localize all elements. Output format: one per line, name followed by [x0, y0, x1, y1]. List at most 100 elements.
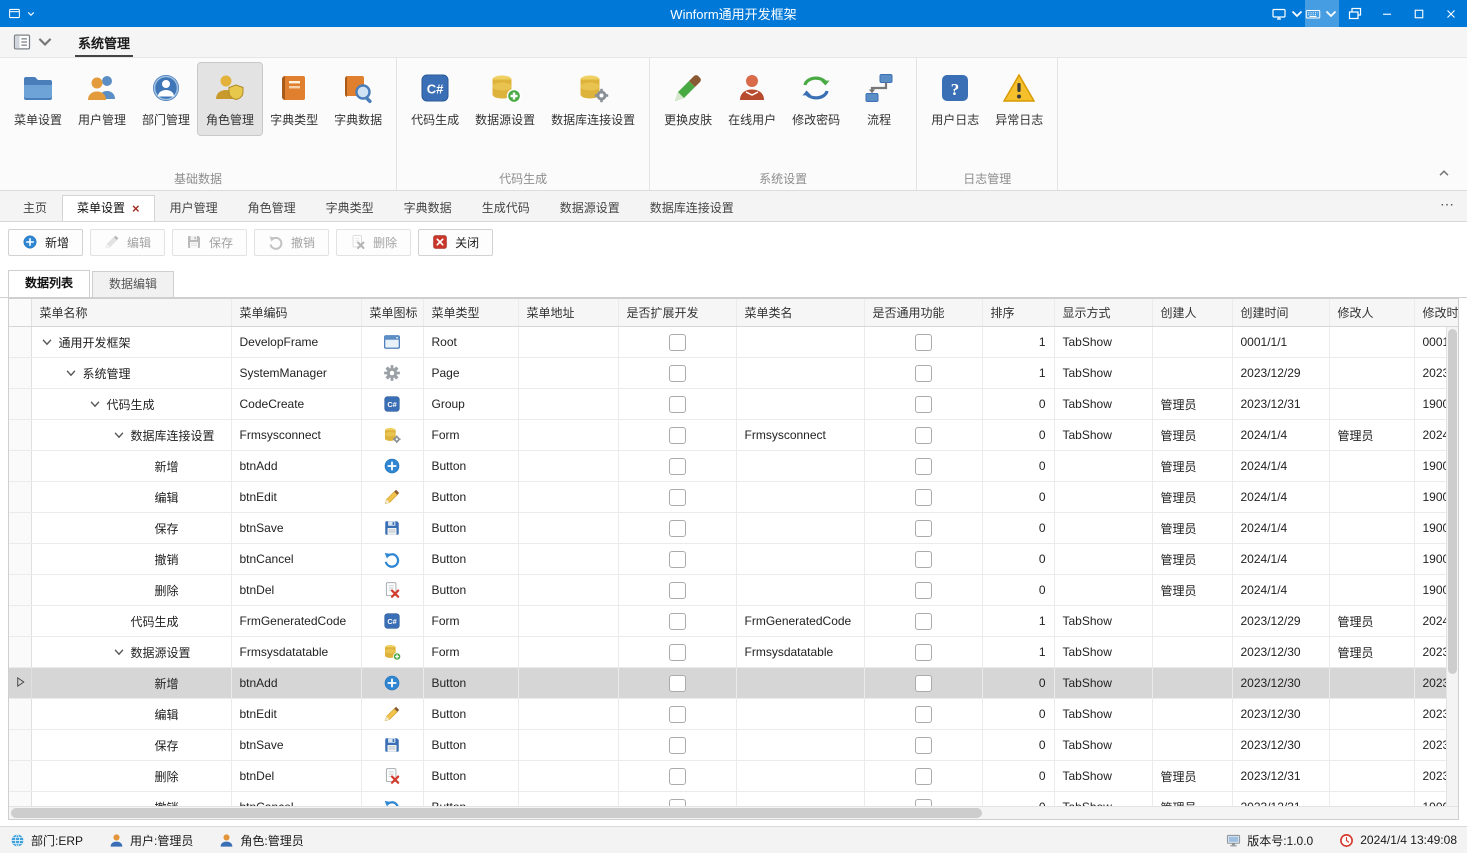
quick-access-chevron-icon[interactable] — [26, 9, 36, 19]
column-header[interactable]: 修改人 — [1329, 299, 1414, 327]
doc-tab[interactable]: 角色管理 — [233, 195, 311, 221]
checkbox[interactable] — [915, 737, 932, 754]
table-row[interactable]: 代码生成FrmGeneratedCodeC#FormFrmGeneratedCo… — [9, 606, 1459, 637]
close-tab-icon[interactable]: × — [132, 202, 140, 215]
more-tabs-button[interactable]: ⋯ — [1440, 196, 1455, 213]
table-row[interactable]: 通用开发框架DevelopFrameRoot1TabShow0001/1/100… — [9, 327, 1459, 358]
ribbon-item-skin[interactable]: 更换皮肤 — [656, 63, 720, 135]
tree-caret-icon[interactable] — [112, 645, 126, 659]
app-menu-button[interactable] — [12, 32, 55, 52]
checkbox[interactable] — [669, 706, 686, 723]
horizontal-scrollbar[interactable] — [9, 806, 1458, 819]
window-layout-button[interactable] — [1339, 0, 1371, 27]
table-row[interactable]: 删除btnDelButton0TabShow管理员2023/12/312023/… — [9, 761, 1459, 792]
checkbox[interactable] — [669, 768, 686, 785]
column-header[interactable]: 创建人 — [1152, 299, 1232, 327]
column-header[interactable]: 菜单地址 — [518, 299, 618, 327]
close-button[interactable]: 关闭 — [418, 229, 493, 256]
checkbox[interactable] — [915, 706, 932, 723]
save-button[interactable]: 保存 — [172, 229, 247, 256]
checkbox[interactable] — [669, 737, 686, 754]
checkbox[interactable] — [669, 365, 686, 382]
table-row[interactable]: 删除btnDelButton0管理员2024/1/41900/1/1 — [9, 575, 1459, 606]
table-row[interactable]: 系统管理SystemManagerPage1TabShow2023/12/292… — [9, 358, 1459, 389]
ribbon-item-error-log[interactable]: 异常日志 — [987, 63, 1051, 135]
column-header[interactable]: 是否通用功能 — [864, 299, 982, 327]
undo-button[interactable]: 撤销 — [254, 229, 329, 256]
column-header[interactable]: 是否扩展开发 — [618, 299, 736, 327]
checkbox[interactable] — [669, 613, 686, 630]
checkbox[interactable] — [915, 582, 932, 599]
checkbox[interactable] — [915, 613, 932, 630]
ribbon-item-users[interactable]: 用户管理 — [70, 63, 134, 135]
checkbox[interactable] — [915, 768, 932, 785]
column-header[interactable]: 菜单名称 — [31, 299, 231, 327]
checkbox[interactable] — [915, 644, 932, 661]
minimize-button[interactable] — [1371, 0, 1403, 27]
ribbon-item-dictionary-type[interactable]: 字典类型 — [262, 63, 326, 135]
ribbon-item-online-user[interactable]: 在线用户 — [720, 63, 784, 135]
table-row[interactable]: 数据库连接设置FrmsysconnectFormFrmsysconnect0Ta… — [9, 420, 1459, 451]
column-header[interactable]: 菜单编码 — [231, 299, 361, 327]
checkbox[interactable] — [669, 675, 686, 692]
display-selector-button[interactable] — [1271, 0, 1305, 27]
table-row[interactable]: 编辑btnEditButton0TabShow2023/12/302023/12… — [9, 699, 1459, 730]
checkbox[interactable] — [669, 396, 686, 413]
doc-tab[interactable]: 主页 — [8, 195, 62, 221]
table-row[interactable]: 撤销btnCancelButton0管理员2024/1/41900/1/1 — [9, 544, 1459, 575]
column-header[interactable]: 修改时间 — [1414, 299, 1459, 327]
tree-caret-icon[interactable] — [88, 397, 102, 411]
vertical-scrollbar[interactable] — [1446, 327, 1458, 806]
tree-caret-icon[interactable] — [40, 335, 54, 349]
close-window-button[interactable] — [1435, 0, 1467, 27]
checkbox[interactable] — [669, 458, 686, 475]
ribbon-item-dictionary-data[interactable]: 字典数据 — [326, 63, 390, 135]
ribbon-item-department[interactable]: 部门管理 — [134, 63, 198, 135]
doc-tab[interactable]: 字典数据 — [389, 195, 467, 221]
tree-caret-icon[interactable] — [112, 428, 126, 442]
subtab-data-list[interactable]: 数据列表 — [8, 270, 90, 297]
delete-button[interactable]: 删除 — [336, 229, 411, 256]
doc-tab[interactable]: 数据库连接设置 — [635, 195, 749, 221]
checkbox[interactable] — [915, 675, 932, 692]
column-header[interactable]: 排序 — [982, 299, 1054, 327]
app-icon[interactable] — [8, 7, 21, 20]
column-header[interactable]: 显示方式 — [1054, 299, 1152, 327]
horizontal-scrollbar-thumb[interactable] — [11, 808, 982, 818]
ribbon-item-csharp[interactable]: C#代码生成 — [403, 63, 467, 135]
column-header[interactable]: 菜单类名 — [736, 299, 864, 327]
tree-caret-icon[interactable] — [64, 366, 78, 380]
checkbox[interactable] — [915, 520, 932, 537]
column-header[interactable]: 菜单类型 — [423, 299, 518, 327]
table-row[interactable]: 保存btnSaveButton0TabShow2023/12/302023/12… — [9, 730, 1459, 761]
checkbox[interactable] — [915, 334, 932, 351]
subtab-data-edit[interactable]: 数据编辑 — [92, 271, 174, 297]
table-row[interactable]: 保存btnSaveButton0管理员2024/1/41900/1/1 — [9, 513, 1459, 544]
doc-tab[interactable]: 生成代码 — [467, 195, 545, 221]
table-row[interactable]: 数据源设置FrmsysdatatableFormFrmsysdatatable1… — [9, 637, 1459, 668]
checkbox[interactable] — [915, 458, 932, 475]
checkbox[interactable] — [915, 365, 932, 382]
checkbox[interactable] — [915, 551, 932, 568]
table-row[interactable]: 新增btnAddButton0管理员2024/1/41900/1/1 — [9, 451, 1459, 482]
checkbox[interactable] — [669, 551, 686, 568]
checkbox[interactable] — [669, 334, 686, 351]
ribbon-item-database-gear[interactable]: 数据库连接设置 — [543, 63, 643, 135]
doc-tab[interactable]: 用户管理 — [155, 195, 233, 221]
checkbox[interactable] — [669, 489, 686, 506]
checkbox[interactable] — [669, 427, 686, 444]
ribbon-tab-system-manage[interactable]: 系统管理 — [75, 28, 133, 57]
ribbon-item-user-log[interactable]: ?用户日志 — [923, 63, 987, 135]
ribbon-item-workflow[interactable]: 流程 — [848, 63, 910, 135]
edit-button[interactable]: 编辑 — [90, 229, 165, 256]
ribbon-item-datasource[interactable]: 数据源设置 — [467, 63, 543, 135]
checkbox[interactable] — [669, 582, 686, 599]
checkbox[interactable] — [915, 427, 932, 444]
ribbon-item-password[interactable]: 修改密码 — [784, 63, 848, 135]
table-row[interactable]: 新增btnAddButton0TabShow2023/12/302023/12/… — [9, 668, 1459, 699]
ribbon-item-folder[interactable]: 菜单设置 — [6, 63, 70, 135]
maximize-button[interactable] — [1403, 0, 1435, 27]
add-button[interactable]: 新增 — [8, 229, 83, 256]
ribbon-item-role[interactable]: 角色管理 — [198, 63, 262, 135]
input-method-button[interactable] — [1305, 0, 1339, 27]
